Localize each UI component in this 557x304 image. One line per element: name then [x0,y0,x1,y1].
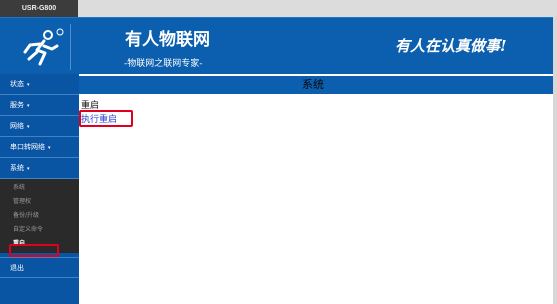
system-submenu: 系统 管理权 备份/升级 自定义命令 重启 [0,179,79,253]
header-banner: 有人物联网 -物联网之联网专家- 有人在认真做事! [0,17,557,74]
chevron-down-icon: ▾ [27,82,30,88]
sidebar-item-label: 退出 [10,264,24,272]
sidebar-item-status[interactable]: 状态 ▾ [0,74,79,95]
sidebar-item-label: 串口转网络 [10,143,45,151]
sidebar-item-label: 系统 [10,164,24,172]
top-bar: USR-G800 [0,0,557,17]
brand-subtitle: -物联网之联网专家- [124,59,203,69]
submenu-item-system[interactable]: 系统 [0,181,79,195]
page-title: 系统 [79,76,557,94]
sidebar: 状态 ▾ 服务 ▾ 网络 ▾ 串口转网络 ▾ 系统 ▾ 系统 管理权 备份/升级 自定义命… [0,74,79,304]
sidebar-item-services[interactable]: 服务 ▾ [0,95,79,116]
brand-slogan: 有人在认真做事! [395,37,507,55]
logo [8,24,71,70]
sidebar-item-serial-to-network[interactable]: 串口转网络 ▾ [0,137,79,158]
sidebar-item-label: 网络 [10,122,24,130]
sidebar-item-logout[interactable]: 退出 [0,257,79,278]
chevron-down-icon: ▾ [27,166,30,172]
chevron-down-icon: ▾ [27,124,30,130]
submenu-item-custom-command[interactable]: 自定义命令 [0,223,79,237]
chevron-down-icon: ▾ [48,145,51,151]
sidebar-item-network[interactable]: 网络 ▾ [0,116,79,137]
reboot-link-highlight [79,110,133,127]
reboot-menu-highlight [9,244,59,257]
submenu-item-admin[interactable]: 管理权 [0,195,79,209]
running-man-logo-icon [23,28,64,66]
brand-title: 有人物联网 [125,30,210,50]
sidebar-item-label: 服务 [10,101,24,109]
sidebar-item-system[interactable]: 系统 ▾ [0,158,79,179]
sidebar-item-label: 状态 [10,80,24,88]
window-edge [553,17,557,304]
device-name: USR-G800 [0,0,78,17]
chevron-down-icon: ▾ [27,103,30,109]
main-content: 系统 重启 执行重启 [79,74,557,304]
page-title-text: 系统 [302,78,324,91]
submenu-item-backup-upgrade[interactable]: 备份/升级 [0,209,79,223]
